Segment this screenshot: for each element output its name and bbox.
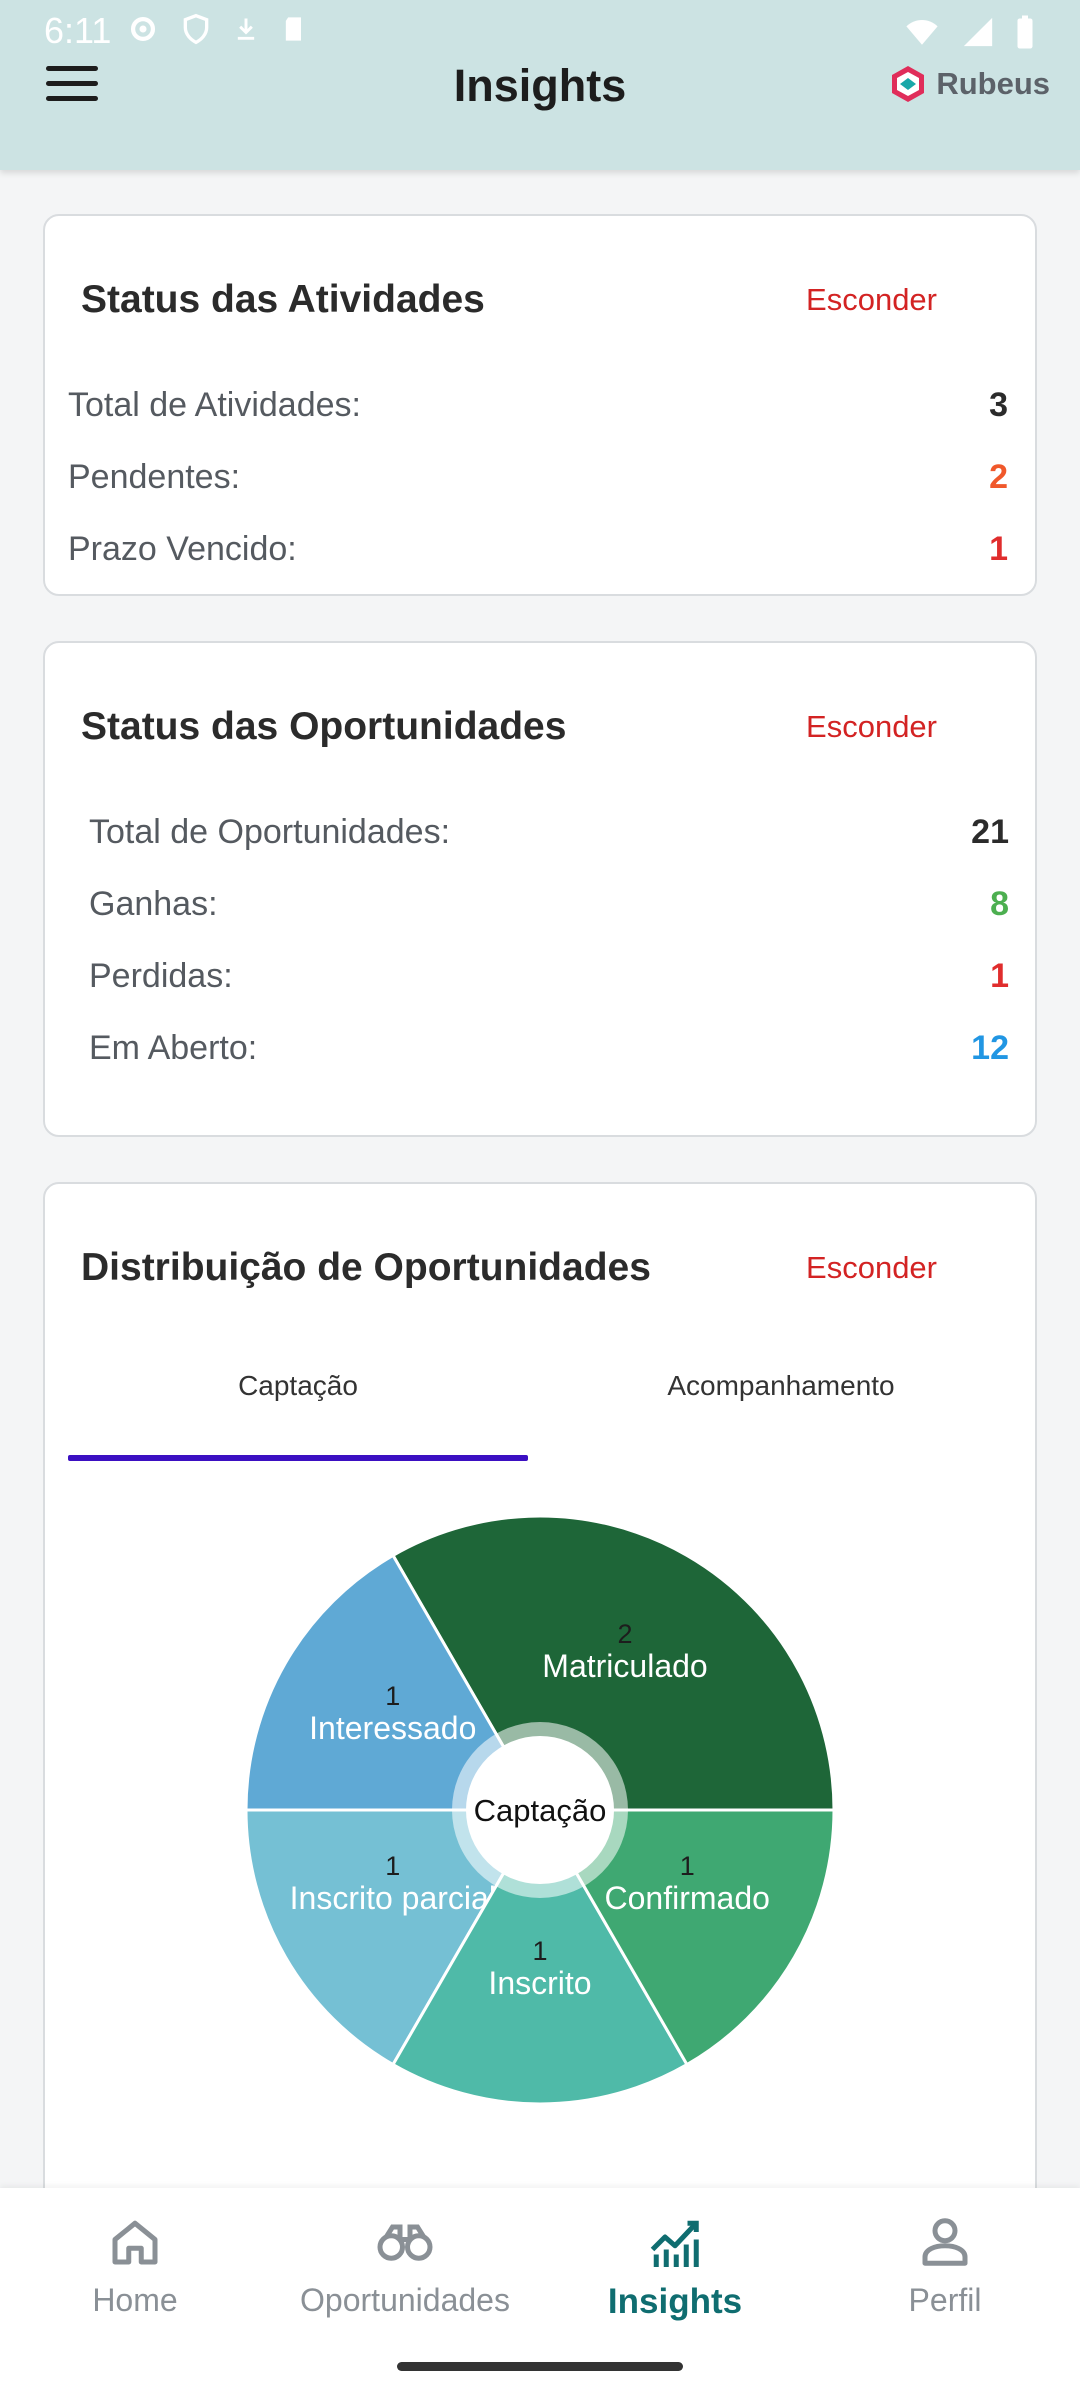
- status-icons-left: [126, 12, 308, 46]
- nav-label: Oportunidades: [300, 2282, 510, 2318]
- row-value: 21: [971, 813, 1009, 851]
- home-icon: [112, 2220, 158, 2265]
- row-label: Pendentes:: [68, 458, 241, 496]
- rubeus-logo-icon: [892, 66, 925, 102]
- row-value: 2: [989, 458, 1008, 496]
- row-label: Total de Oportunidades:: [89, 813, 451, 851]
- row-label: Total de Atividades:: [68, 386, 361, 424]
- card-title: Status das Oportunidades: [81, 705, 567, 748]
- opportunity-row-open: Em Aberto: 12: [89, 1019, 1009, 1079]
- activity-row-total: Total de Atividades: 3: [68, 376, 1008, 436]
- home-indicator[interactable]: [397, 2362, 683, 2371]
- nav-item-oportunidades[interactable]: Oportunidades: [270, 2212, 540, 2319]
- opportunity-row-total: Total de Oportunidades: 21: [89, 803, 1009, 863]
- row-value: 1: [990, 957, 1009, 995]
- nav-label: Home: [92, 2282, 178, 2318]
- row-label: Perdidas:: [89, 957, 233, 995]
- activity-row-overdue: Prazo Vencido: 1: [68, 520, 1008, 580]
- pie-slice-label: Matriculado: [542, 1648, 707, 1684]
- opportunity-row-won: Ganhas: 8: [89, 875, 1009, 935]
- card-title: Distribuição de Oportunidades: [81, 1246, 651, 1289]
- pie-slice-value: 1: [680, 1851, 695, 1881]
- row-label: Ganhas:: [89, 885, 218, 923]
- brand-name: Rubeus: [936, 66, 1050, 101]
- activities-status-card: Status das Atividades Esconder Total de …: [43, 214, 1037, 596]
- pie-slice-label: Confirmado: [605, 1880, 770, 1916]
- shield-icon: [183, 13, 209, 45]
- app-bar: 6:11 Insights Rubeus: [0, 0, 1080, 170]
- opportunities-status-card: Status das Oportunidades Esconder Total …: [43, 641, 1037, 1137]
- nav-item-perfil[interactable]: Perfil: [810, 2212, 1080, 2319]
- status-time: 6:11: [44, 10, 112, 51]
- status-icons-right: [902, 14, 1036, 50]
- row-value: 8: [990, 885, 1009, 923]
- pie-slice-value: 1: [385, 1851, 400, 1881]
- signal-icon: [963, 17, 993, 47]
- row-label: Prazo Vencido:: [68, 530, 297, 568]
- status-bar: 6:11: [0, 0, 1080, 64]
- active-tab-indicator: [68, 1455, 528, 1461]
- pie-slice-value: 2: [617, 1619, 632, 1649]
- chart-icon: [650, 2220, 699, 2267]
- distribution-pie-chart: 2 Matriculado 1 Interessado 1 Inscrito parcia…: [240, 1510, 840, 2110]
- nav-label: Insights: [607, 2282, 743, 2321]
- pie-center-label: Captação: [474, 1793, 607, 1828]
- settings-icon: [130, 16, 156, 42]
- hide-distribution-button[interactable]: Esconder: [806, 1250, 937, 1286]
- row-label: Em Aberto:: [89, 1029, 258, 1067]
- hide-opportunities-button[interactable]: Esconder: [806, 709, 937, 745]
- binoculars-icon: [377, 2224, 433, 2261]
- card-title: Status das Atividades: [81, 278, 485, 321]
- tab-captacao[interactable]: Captação: [68, 1370, 528, 1402]
- pie-slice-label: Inscrito: [488, 1965, 591, 2001]
- nav-item-home[interactable]: Home: [0, 2212, 270, 2319]
- pie-chart-svg: 2Matriculado1Interessado1Inscrito parcia…: [244, 1514, 836, 2106]
- nav-label: Perfil: [908, 2282, 982, 2318]
- activity-row-pending: Pendentes: 2: [68, 448, 1008, 508]
- brand-logo: Rubeus: [888, 64, 1050, 104]
- pie-slice-value: 1: [532, 1936, 547, 1966]
- battery-icon: [1017, 15, 1033, 49]
- sd-card-icon: [285, 17, 301, 41]
- person-icon: [922, 2218, 968, 2266]
- opportunity-row-lost: Perdidas: 1: [89, 947, 1009, 1007]
- pie-slice-label: Interessado: [309, 1710, 476, 1746]
- pie-slice-value: 1: [385, 1681, 400, 1711]
- tab-acompanhamento[interactable]: Acompanhamento: [548, 1370, 1014, 1402]
- insights-screen: 6:11 Insights Rubeus Status das Atividad…: [0, 0, 1080, 2400]
- wifi-icon: [906, 19, 938, 45]
- row-value: 12: [971, 1029, 1009, 1067]
- download-icon: [237, 18, 255, 40]
- row-value: 1: [989, 530, 1008, 568]
- hide-activities-button[interactable]: Esconder: [806, 282, 937, 318]
- nav-item-insights[interactable]: Insights: [540, 2212, 810, 2322]
- pie-slice-label: Inscrito parcial: [290, 1880, 496, 1916]
- row-value: 3: [989, 386, 1008, 424]
